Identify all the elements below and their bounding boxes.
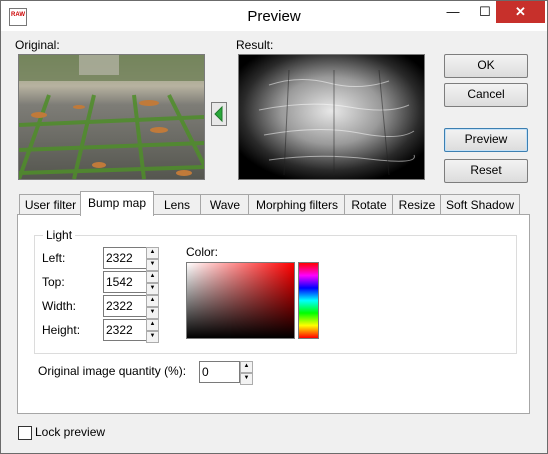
minimize-button[interactable]: — xyxy=(438,1,468,23)
width-label: Width: xyxy=(42,299,77,313)
spin-up-icon[interactable]: ▲ xyxy=(240,361,253,373)
spin-up-icon[interactable]: ▲ xyxy=(146,247,159,259)
height-spinner[interactable]: ▲ ▼ xyxy=(146,319,159,343)
tab-wave[interactable]: Wave xyxy=(200,194,250,215)
height-input[interactable]: 2322 xyxy=(103,319,147,341)
arrow-left-icon xyxy=(214,105,223,123)
width-spinner[interactable]: ▲ ▼ xyxy=(146,295,159,319)
tab-rotate[interactable]: Rotate xyxy=(344,194,394,215)
spin-down-icon[interactable]: ▼ xyxy=(146,307,159,319)
spin-up-icon[interactable]: ▲ xyxy=(146,271,159,283)
reset-button[interactable]: Reset xyxy=(444,159,528,183)
spin-down-icon[interactable]: ▼ xyxy=(240,373,253,385)
width-input[interactable]: 2322 xyxy=(103,295,147,317)
quantity-spinner[interactable]: ▲ ▼ xyxy=(240,361,253,385)
light-group-title: Light xyxy=(43,228,76,242)
original-label: Original: xyxy=(15,38,60,52)
tab-lens[interactable]: Lens xyxy=(152,194,202,215)
tab-resize[interactable]: Resize xyxy=(392,194,442,215)
quantity-label: Original image quantity (%): xyxy=(38,364,187,378)
spin-down-icon[interactable]: ▼ xyxy=(146,259,159,271)
lock-preview-label: Lock preview xyxy=(35,425,106,439)
color-label: Color: xyxy=(186,245,219,259)
tab-user-filter[interactable]: User filter xyxy=(19,194,82,215)
left-label: Left: xyxy=(42,251,66,265)
spin-down-icon[interactable]: ▼ xyxy=(146,283,159,295)
lock-preview-checkbox[interactable] xyxy=(18,426,32,440)
tab-soft-shadow[interactable]: Soft Shadow xyxy=(440,194,520,215)
top-input[interactable]: 1542 xyxy=(103,271,147,293)
title-bar: Preview — ☐ ✕ xyxy=(1,1,547,31)
top-label: Top: xyxy=(42,275,65,289)
hue-slider[interactable] xyxy=(298,262,319,339)
ok-button[interactable]: OK xyxy=(444,54,528,78)
color-picker-square[interactable] xyxy=(186,262,295,339)
result-image xyxy=(238,54,425,180)
quantity-input[interactable]: 0 xyxy=(199,361,240,383)
height-label: Height: xyxy=(42,323,81,337)
preview-button[interactable]: Preview xyxy=(444,128,528,152)
tab-bump-map[interactable]: Bump map xyxy=(80,191,154,216)
copy-arrow-button[interactable] xyxy=(211,102,227,126)
left-input[interactable]: 2322 xyxy=(103,247,147,269)
spin-down-icon[interactable]: ▼ xyxy=(146,331,159,343)
close-button[interactable]: ✕ xyxy=(496,1,545,23)
result-label: Result: xyxy=(236,38,274,52)
tab-morphing-filters[interactable]: Morphing filters xyxy=(248,194,346,215)
cancel-button[interactable]: Cancel xyxy=(444,83,528,107)
left-spinner[interactable]: ▲ ▼ xyxy=(146,247,159,271)
bump-map-panel: Light Left: 2322 ▲ ▼ Top: 1542 ▲ ▼ Width… xyxy=(17,214,530,414)
preview-dialog: Preview — ☐ ✕ Original: Result: xyxy=(0,0,548,454)
spin-up-icon[interactable]: ▲ xyxy=(146,295,159,307)
top-spinner[interactable]: ▲ ▼ xyxy=(146,271,159,295)
original-image xyxy=(18,54,205,180)
spin-up-icon[interactable]: ▲ xyxy=(146,319,159,331)
light-groupbox: Light Left: 2322 ▲ ▼ Top: 1542 ▲ ▼ Width… xyxy=(34,228,517,354)
